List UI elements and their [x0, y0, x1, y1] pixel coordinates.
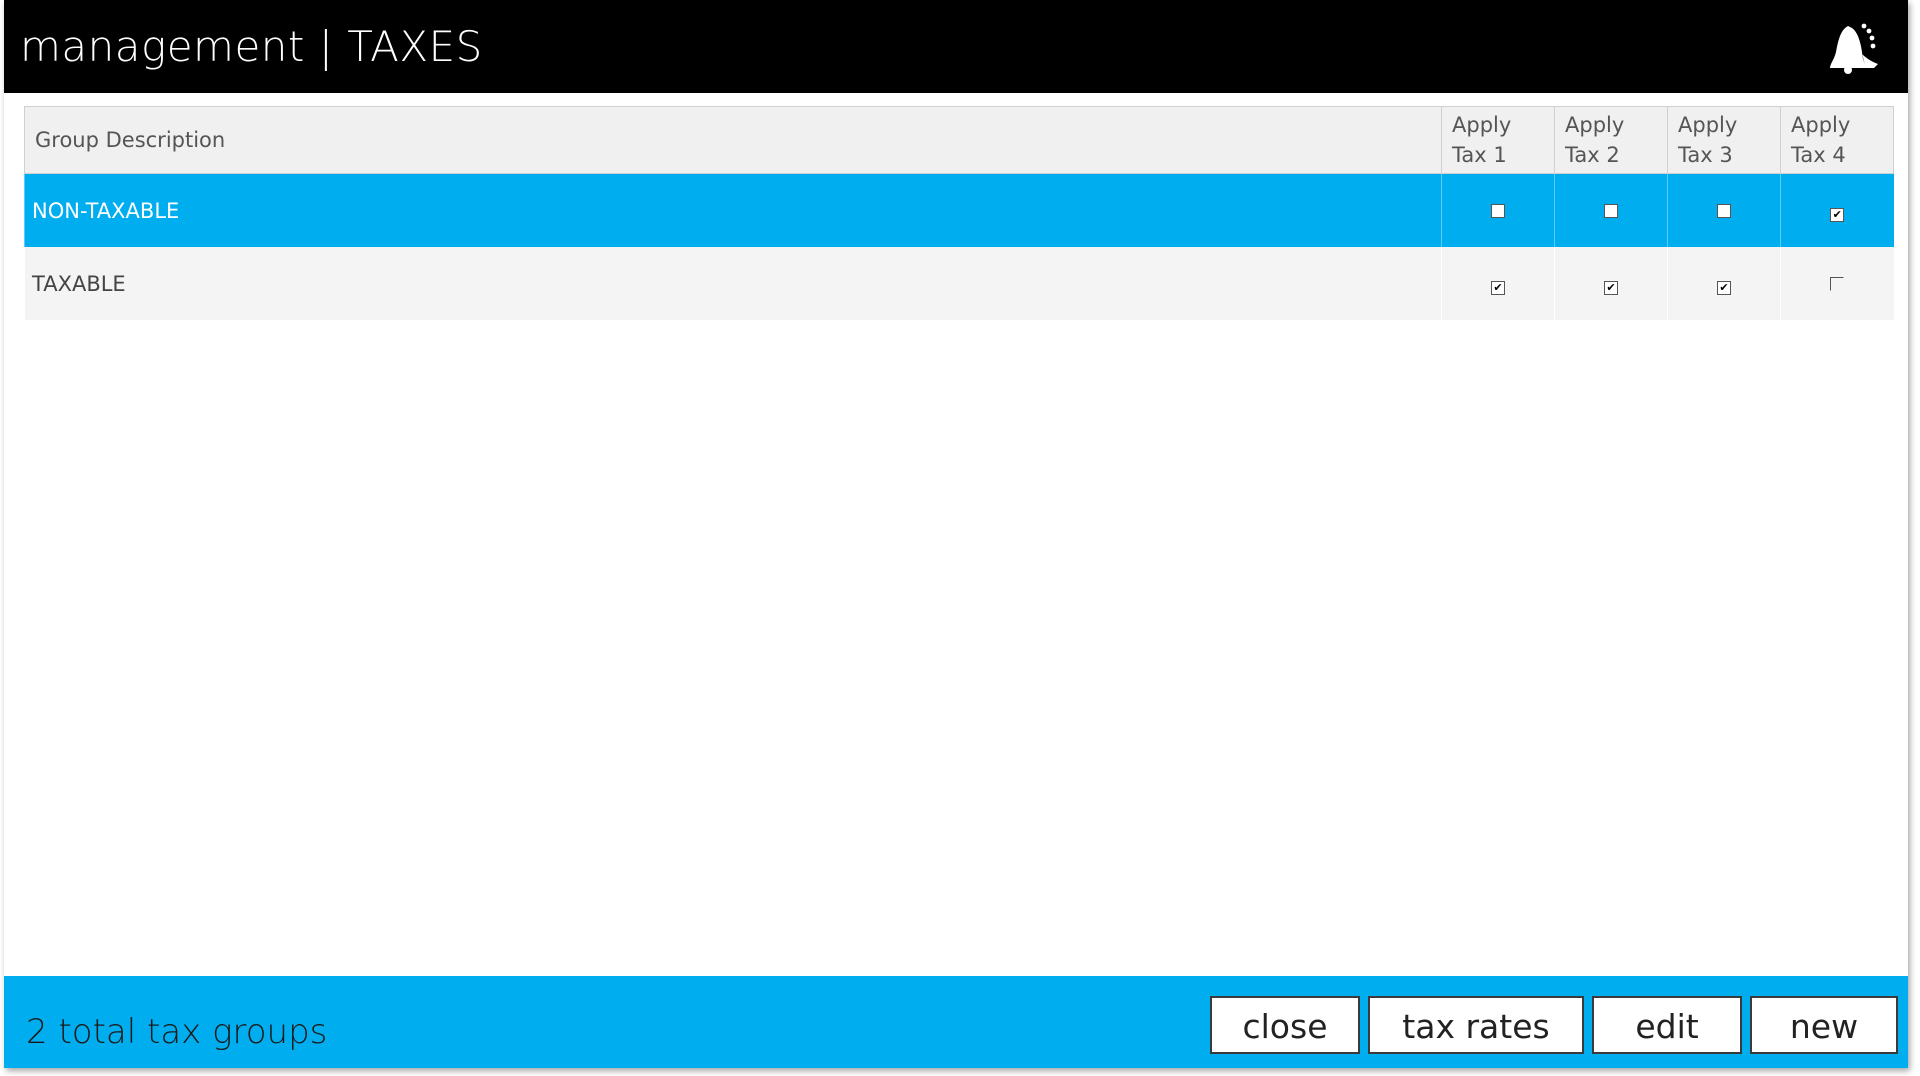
bell-logo-icon: [1830, 23, 1878, 74]
column-header-group-description[interactable]: Group Description: [24, 106, 1442, 174]
column-header-label: Group Description: [35, 128, 226, 152]
apply-tax-2-cell: ✔: [1554, 247, 1668, 320]
taxes-window: management | TAXES Group Description App…: [4, 0, 1908, 1068]
table-body: NON-TAXABLE ✔ TAXABLE ✔ ✔ ✔: [24, 173, 1894, 320]
column-header-line1: Apply: [1678, 113, 1738, 137]
apply-tax-1-checkbox[interactable]: ✔: [1491, 280, 1505, 295]
apply-tax-4-checkbox[interactable]: [1830, 276, 1845, 291]
edit-button[interactable]: edit: [1592, 996, 1742, 1054]
column-header-line1: Apply: [1791, 113, 1851, 137]
column-header-line2: Tax 1: [1452, 143, 1507, 167]
column-header-line2: Tax 2: [1565, 143, 1620, 167]
apply-tax-3-cell: ✔: [1667, 247, 1781, 320]
apply-tax-4-checkbox[interactable]: ✔: [1830, 207, 1845, 222]
apply-tax-3-cell: [1667, 173, 1781, 247]
apply-tax-2-cell: [1554, 173, 1668, 247]
footer-bar: 2 total tax groups close tax rates edit …: [4, 976, 1908, 1068]
apply-tax-1-cell: ✔: [1441, 247, 1555, 320]
column-header-line2: Tax 4: [1791, 143, 1846, 167]
table-header-row: Group Description Apply Tax 1 Apply Tax …: [24, 106, 1894, 174]
apply-tax-2-checkbox[interactable]: [1604, 203, 1618, 218]
column-header-apply-tax-4[interactable]: Apply Tax 4: [1780, 106, 1894, 174]
column-header-apply-tax-1[interactable]: Apply Tax 1: [1441, 106, 1555, 174]
table-row[interactable]: NON-TAXABLE ✔: [24, 173, 1894, 247]
apply-tax-1-cell: [1441, 173, 1555, 247]
tax-groups-table: Group Description Apply Tax 1 Apply Tax …: [24, 106, 1894, 320]
column-header-apply-tax-3[interactable]: Apply Tax 3: [1667, 106, 1781, 174]
column-header-line1: Apply: [1565, 113, 1625, 137]
group-description-cell: NON-TAXABLE: [24, 173, 1442, 247]
apply-tax-4-cell: ✔: [1780, 173, 1894, 247]
apply-tax-1-checkbox[interactable]: [1491, 203, 1505, 218]
table-row[interactable]: TAXABLE ✔ ✔ ✔: [24, 247, 1894, 320]
new-button[interactable]: new: [1750, 996, 1898, 1054]
page-title: management | TAXES: [20, 22, 483, 71]
apply-tax-4-cell: [1780, 247, 1894, 320]
column-header-line1: Apply: [1452, 113, 1512, 137]
title-bar: management | TAXES: [4, 0, 1908, 93]
apply-tax-3-checkbox[interactable]: ✔: [1717, 280, 1731, 295]
tax-rates-button[interactable]: tax rates: [1368, 996, 1584, 1054]
column-header-apply-tax-2[interactable]: Apply Tax 2: [1554, 106, 1668, 174]
close-button[interactable]: close: [1210, 996, 1360, 1054]
group-description-cell: TAXABLE: [24, 247, 1442, 320]
column-header-line2: Tax 3: [1678, 143, 1733, 167]
apply-tax-3-checkbox[interactable]: [1717, 203, 1731, 218]
apply-tax-2-checkbox[interactable]: ✔: [1604, 280, 1618, 295]
total-count-label: 2 total tax groups: [26, 1012, 328, 1052]
